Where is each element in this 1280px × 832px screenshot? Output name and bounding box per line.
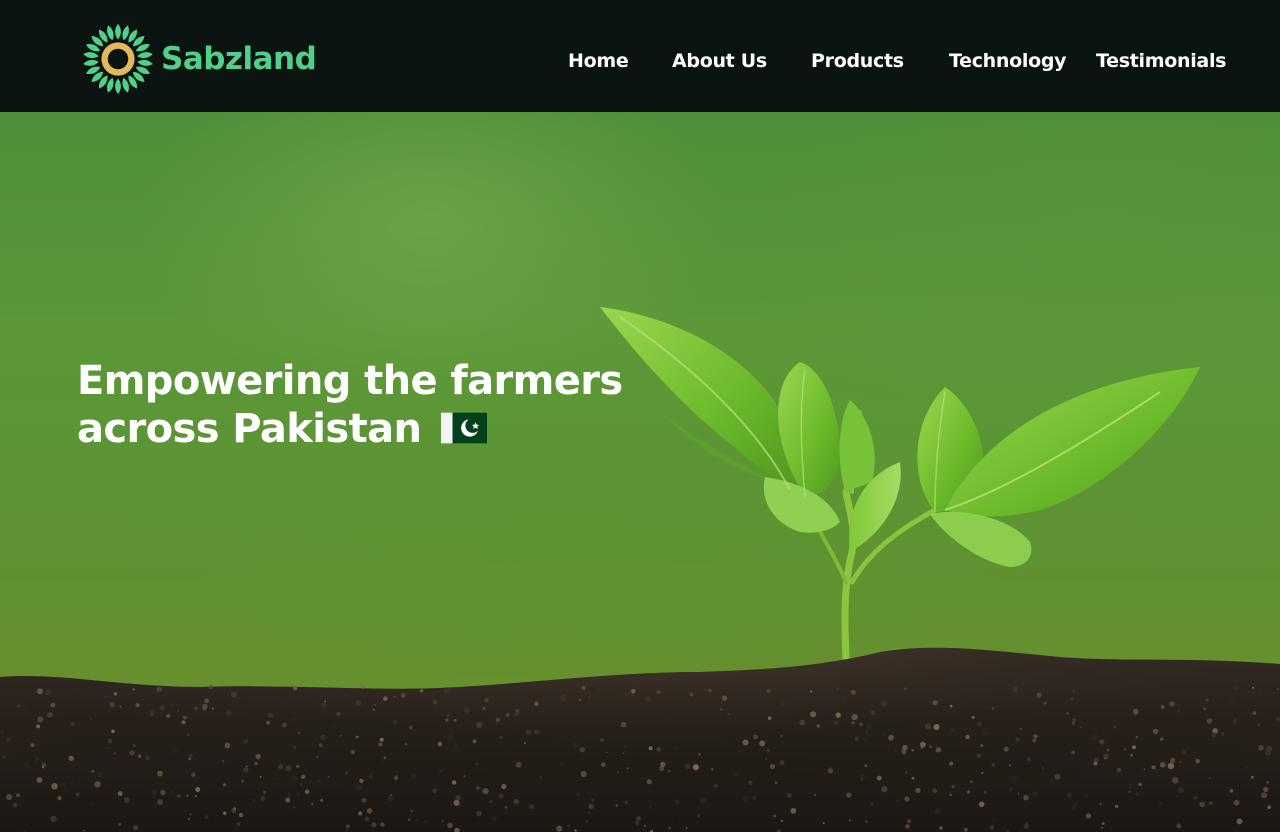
hero-headline-line-2: across Pakistan (77, 405, 623, 453)
brand-logo-link[interactable]: Sabzland (79, 20, 317, 98)
pakistan-flag-icon (441, 412, 488, 444)
hero-headline-line-2-text: across Pakistan (77, 406, 422, 452)
nav-testimonials[interactable]: Testimonials (1096, 47, 1226, 75)
nav-home[interactable]: Home (568, 47, 629, 75)
hero-headline-line-1: Empowering the farmers (77, 358, 623, 404)
page: Sabzland Home About Us Products Technolo… (0, 0, 1280, 832)
nav-about-us[interactable]: About Us (672, 47, 767, 75)
brand-name: Sabzland (161, 40, 317, 77)
sunflower-logo-icon (83, 23, 153, 95)
seedling-hero-image (0, 307, 1280, 832)
navbar: Sabzland Home About Us Products Technolo… (0, 0, 1280, 112)
nav-technology[interactable]: Technology (949, 47, 1067, 75)
nav-products[interactable]: Products (811, 47, 904, 75)
hero-section: Empowering the farmers across Pakistan (0, 112, 1280, 832)
hero-headline: Empowering the farmers across Pakistan (77, 357, 623, 453)
